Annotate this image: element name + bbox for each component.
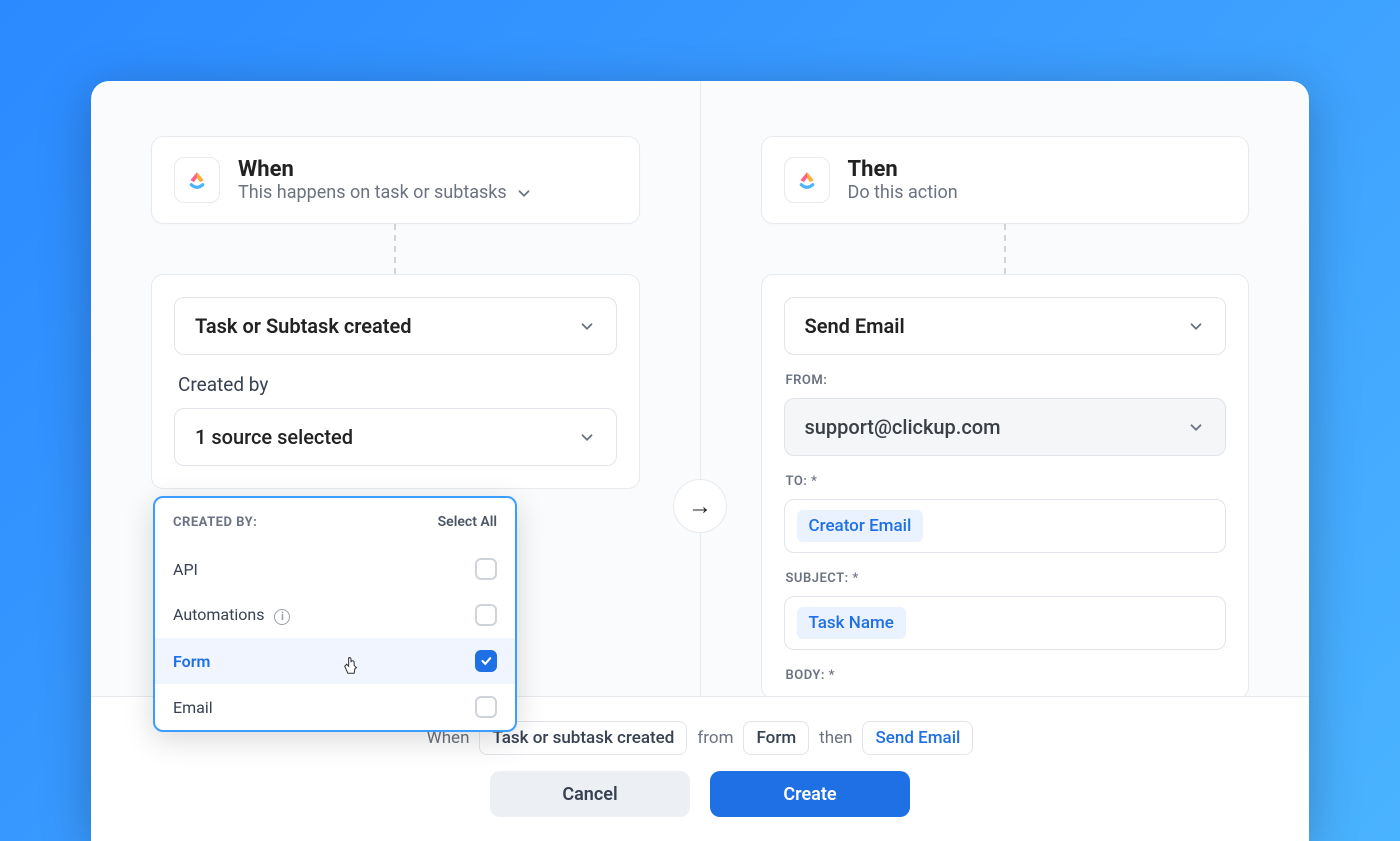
summary-from: from: [697, 728, 733, 748]
clickup-logo-icon: [174, 157, 220, 203]
then-column: Then Do this action Send Email FROM: sup…: [701, 81, 1310, 696]
to-chip[interactable]: Creator Email: [797, 510, 924, 542]
subject-chip[interactable]: Task Name: [797, 607, 906, 639]
then-title: Then: [848, 157, 958, 182]
create-button[interactable]: Create: [710, 771, 910, 817]
when-column: When This happens on task or subtasks Ta…: [91, 81, 701, 696]
then-header-card: Then Do this action: [761, 136, 1250, 224]
clickup-logo-icon: [784, 157, 830, 203]
dropdown-item-automations[interactable]: Automations i: [155, 592, 515, 638]
source-select-value: 1 source selected: [195, 425, 353, 449]
summary-source-pill[interactable]: Form: [743, 721, 809, 755]
checkbox-unchecked-icon[interactable]: [475, 558, 497, 580]
created-by-label: Created by: [178, 373, 617, 396]
trigger-panel: Task or Subtask created Created by 1 sou…: [151, 274, 640, 489]
arrow-right-icon: →: [673, 479, 727, 533]
to-field[interactable]: Creator Email: [784, 499, 1227, 553]
select-all-link[interactable]: Select All: [438, 514, 497, 530]
dropdown-item-email[interactable]: Email: [155, 684, 515, 730]
action-panel: Send Email FROM: support@clickup.com TO:…: [761, 274, 1250, 699]
summary-action-pill[interactable]: Send Email: [862, 721, 973, 755]
from-value: support@clickup.com: [805, 415, 1001, 439]
dropdown-header: CREATED BY:: [173, 515, 257, 530]
action-select-value: Send Email: [805, 314, 905, 338]
checkbox-unchecked-icon[interactable]: [475, 604, 497, 626]
chevron-down-icon: [515, 184, 533, 202]
created-by-dropdown: CREATED BY: Select All API Automations i…: [153, 496, 517, 732]
from-select[interactable]: support@clickup.com: [784, 398, 1227, 456]
dropdown-item-label: Email: [173, 698, 213, 717]
dropdown-item-label: Form: [173, 652, 210, 671]
action-select[interactable]: Send Email: [784, 297, 1227, 355]
pointer-cursor-icon: [341, 656, 361, 683]
trigger-select-value: Task or Subtask created: [195, 314, 412, 338]
from-label: FROM:: [786, 373, 1225, 388]
trigger-select[interactable]: Task or Subtask created: [174, 297, 617, 355]
connector-line: [394, 224, 396, 274]
to-label: TO: *: [786, 474, 1225, 489]
info-icon[interactable]: i: [274, 609, 290, 625]
dropdown-item-api[interactable]: API: [155, 546, 515, 592]
checkbox-unchecked-icon[interactable]: [475, 696, 497, 718]
automation-modal: When This happens on task or subtasks Ta…: [91, 81, 1309, 841]
connector-line: [1004, 224, 1006, 274]
chevron-down-icon: [578, 317, 596, 335]
source-select[interactable]: 1 source selected: [174, 408, 617, 466]
subject-label: SUBJECT: *: [786, 571, 1225, 586]
chevron-down-icon: [1187, 317, 1205, 335]
when-subtitle: This happens on task or subtasks: [238, 182, 507, 203]
subject-field[interactable]: Task Name: [784, 596, 1227, 650]
dropdown-item-label: Automations: [173, 605, 264, 624]
then-subtitle: Do this action: [848, 182, 958, 203]
checkbox-checked-icon[interactable]: [475, 650, 497, 672]
dropdown-item-label: API: [173, 560, 198, 579]
dropdown-item-form[interactable]: Form: [155, 638, 515, 684]
body-label: BODY: *: [786, 668, 1225, 683]
chevron-down-icon: [578, 428, 596, 446]
when-subtitle-row[interactable]: This happens on task or subtasks: [238, 182, 533, 203]
chevron-down-icon: [1187, 418, 1205, 436]
when-header-card: When This happens on task or subtasks: [151, 136, 640, 224]
when-title: When: [238, 157, 533, 182]
summary-then: then: [819, 728, 852, 748]
cancel-button[interactable]: Cancel: [490, 771, 690, 817]
